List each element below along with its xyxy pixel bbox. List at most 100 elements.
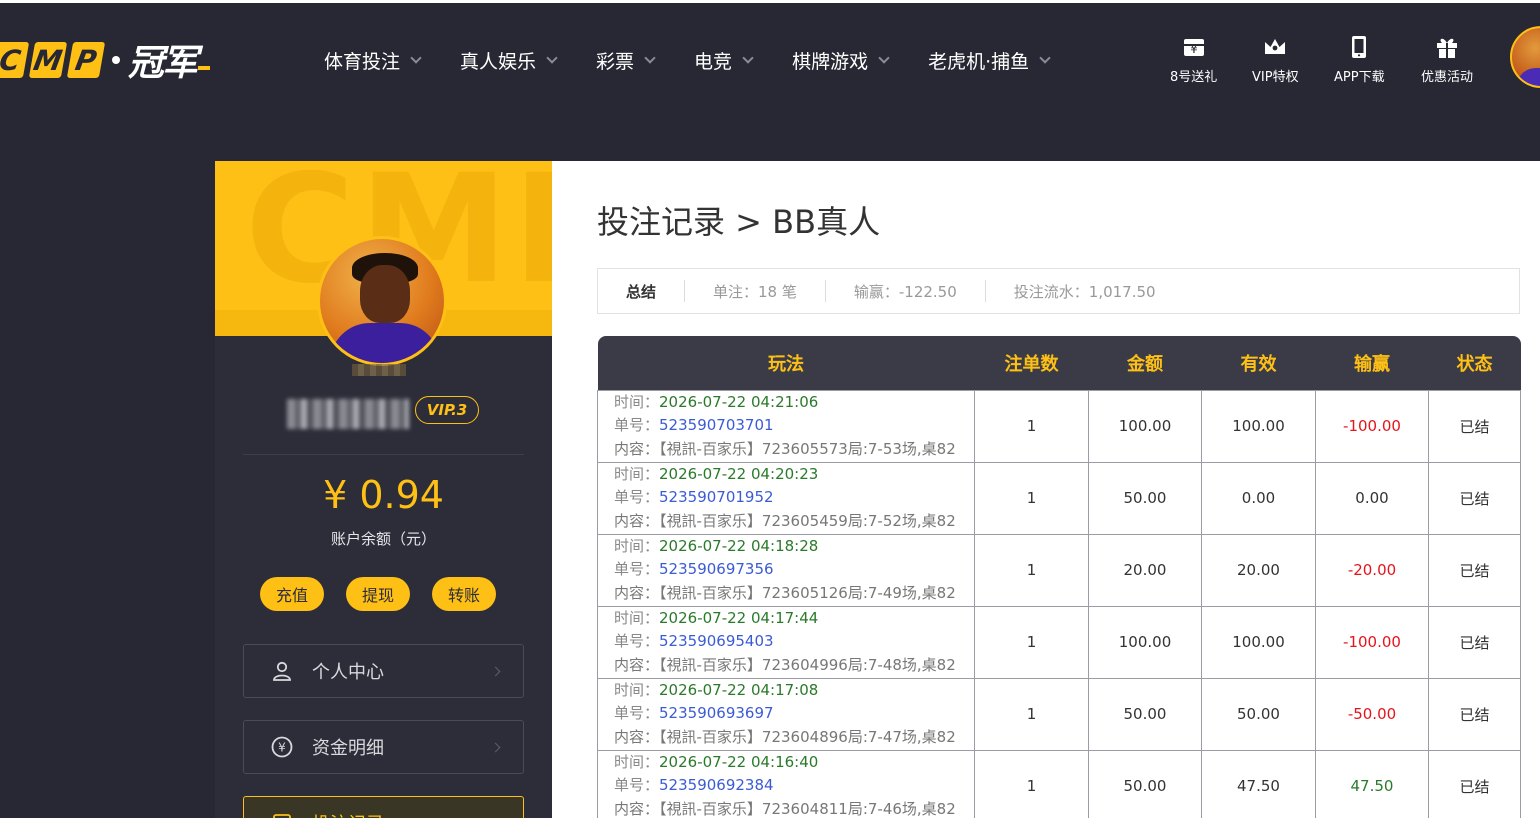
content-label: 内容： — [614, 799, 660, 818]
bet-time-line: 时间：2026-07-22 04:18:28 — [614, 535, 974, 559]
quick-link-promotions[interactable]: 优惠活动 — [1421, 34, 1473, 85]
winloss-cell: -20.00 — [1315, 533, 1429, 607]
order-number-link[interactable]: 523590697356 — [659, 560, 774, 578]
bet-info-cell: 时间：2026-07-22 04:17:44 单号：523590695403 内容：… — [597, 605, 975, 679]
bet-content: 【視訊-百家乐】723605126局:7-49场,桌82 — [659, 583, 956, 602]
table-row[interactable]: 时间：2026-07-22 04:18:28 单号：523590697356 内容：… — [597, 533, 1521, 607]
user-avatar[interactable] — [1510, 26, 1540, 88]
bet-time: 2026-07-22 04:18:28 — [659, 536, 819, 555]
time-label: 时间： — [614, 392, 660, 411]
status-cell: 已结 — [1428, 749, 1521, 818]
bet-info-cell: 时间：2026-07-22 04:21:06 单号：523590703701 内容：… — [597, 389, 975, 463]
order-label: 单号： — [614, 560, 660, 579]
summary-label: 总结 — [598, 280, 686, 302]
bet-content-line: 内容：【視訊-百家乐】723604811局:7-46场,桌82 — [614, 798, 974, 818]
bet-time-line: 时间：2026-07-22 04:17:44 — [614, 607, 974, 631]
quick-link-gift[interactable]: ¥ 8号送礼 — [1170, 34, 1217, 85]
bet-order-line: 单号：523590692384 — [614, 774, 974, 798]
order-number-link[interactable]: 523590692384 — [659, 776, 774, 794]
table-row[interactable]: 时间：2026-07-22 04:17:44 单号：523590695403 内容：… — [597, 605, 1521, 679]
amount-cell: 50.00 — [1088, 677, 1202, 751]
list-icon — [273, 814, 291, 818]
order-number-link[interactable]: 523590695403 — [659, 632, 774, 650]
status-cell: 已结 — [1428, 389, 1521, 463]
content-label: 内容： — [614, 511, 660, 530]
avatar-face — [360, 265, 410, 323]
logo-letter-p: P — [66, 42, 106, 78]
winloss-cell: -50.00 — [1315, 677, 1429, 751]
chevron-down-icon — [410, 52, 422, 64]
status-cell: 已结 — [1428, 677, 1521, 751]
order-number-link[interactable]: 523590693697 — [659, 704, 774, 722]
nav-label: 真人娱乐 — [460, 50, 537, 73]
summary-bet-count: 单注：18 笔 — [685, 280, 826, 302]
bet-count-cell: 1 — [974, 605, 1089, 679]
time-label: 时间： — [614, 680, 660, 699]
chevron-down-icon — [878, 52, 890, 64]
table-row[interactable]: 时间：2026-07-22 04:20:23 单号：523590701952 内容：… — [597, 461, 1521, 535]
nav-live-casino[interactable]: 真人娱乐 — [460, 44, 558, 76]
bet-info-cell: 时间：2026-07-22 04:16:40 单号：523590692384 内容：… — [597, 749, 975, 818]
order-label: 单号： — [614, 416, 660, 435]
withdraw-button[interactable]: 提现 — [346, 577, 410, 611]
nav-slots-fishing[interactable]: 老虎机·捕鱼 — [928, 44, 1051, 76]
table-body: 时间：2026-07-22 04:21:06 单号：523590703701 内容：… — [597, 389, 1521, 818]
nav-label: 棋牌游戏 — [792, 50, 869, 73]
bet-info-cell: 时间：2026-07-22 04:20:23 单号：523590701952 内容：… — [597, 461, 975, 535]
menu-item-bet-records[interactable]: 投注记录 — [243, 796, 524, 818]
nav-esports[interactable]: 电竞 — [694, 44, 754, 76]
table-row[interactable]: 时间：2026-07-22 04:21:06 单号：523590703701 内容：… — [597, 389, 1521, 463]
top-edge — [0, 0, 1540, 3]
bet-content: 【視訊-百家乐】723605459局:7-52场,桌82 — [659, 511, 956, 530]
content-label: 内容： — [614, 655, 660, 674]
table-row[interactable]: 时间：2026-07-22 04:16:40 单号：523590692384 内容：… — [597, 749, 1521, 818]
valid-cell: 50.00 — [1201, 677, 1316, 751]
bet-count-cell: 1 — [974, 461, 1089, 535]
order-number-link[interactable]: 523590701952 — [659, 488, 774, 506]
profile-avatar — [317, 236, 447, 366]
chevron-right-icon — [490, 742, 501, 752]
status-cell: 已结 — [1428, 605, 1521, 679]
avatar-shirt — [1516, 68, 1540, 86]
chevron-down-icon — [1039, 52, 1051, 64]
valid-cell: 20.00 — [1201, 533, 1316, 607]
bet-time-line: 时间：2026-07-22 04:16:40 — [614, 751, 974, 775]
amount-cell: 100.00 — [1088, 605, 1202, 679]
account-balance: ¥ 0.94 — [323, 473, 444, 517]
bet-order-line: 单号：523590697356 — [614, 558, 974, 582]
valid-cell: 0.00 — [1201, 461, 1316, 535]
order-label: 单号： — [614, 488, 660, 507]
bet-count-cell: 1 — [974, 749, 1089, 818]
username-blurred — [287, 399, 409, 429]
order-number-link[interactable]: 523590703701 — [659, 416, 774, 434]
bet-time: 2026-07-22 04:16:40 — [659, 752, 819, 771]
menu-item-label: 个人中心 — [312, 662, 384, 683]
nav-sports[interactable]: 体育投注 — [324, 44, 422, 76]
valid-cell: 100.00 — [1201, 605, 1316, 679]
logo-letter-m: M — [28, 42, 68, 78]
order-label: 单号： — [614, 776, 660, 795]
menu-item-fund-details[interactable]: ¥ 资金明细 — [243, 720, 524, 774]
profile-divider — [243, 454, 524, 455]
table-row[interactable]: 时间：2026-07-22 04:17:08 单号：523590693697 内容：… — [597, 677, 1521, 751]
deposit-button[interactable]: 充值 — [260, 577, 324, 611]
valid-cell: 47.50 — [1201, 749, 1316, 818]
nav-card-games[interactable]: 棋牌游戏 — [792, 44, 890, 76]
nav-lottery[interactable]: 彩票 — [596, 44, 656, 76]
content-label: 内容： — [614, 583, 660, 602]
amount-cell: 50.00 — [1088, 461, 1202, 535]
quick-link-label: APP下载 — [1334, 70, 1385, 85]
menu-item-personal-center[interactable]: 个人中心 — [243, 644, 524, 698]
chevron-down-icon — [742, 52, 754, 64]
brand-logo[interactable]: C M P 冠军 — [0, 38, 211, 84]
nav-label: 体育投注 — [324, 50, 401, 73]
bet-order-line: 单号：523590703701 — [614, 414, 974, 438]
quick-link-app[interactable]: APP下载 — [1334, 34, 1385, 85]
amount-cell: 50.00 — [1088, 749, 1202, 818]
quick-link-vip[interactable]: VIP特权 — [1252, 34, 1299, 85]
summary-bar: 总结 单注：18 笔 输赢：-122.50 投注流水：1,017.50 — [597, 268, 1520, 314]
bet-info-cell: 时间：2026-07-22 04:17:08 单号：523590693697 内容：… — [597, 677, 975, 751]
transfer-button[interactable]: 转账 — [432, 577, 496, 611]
bet-info-cell: 时间：2026-07-22 04:18:28 单号：523590697356 内容：… — [597, 533, 975, 607]
avatar-shadow — [352, 364, 406, 376]
